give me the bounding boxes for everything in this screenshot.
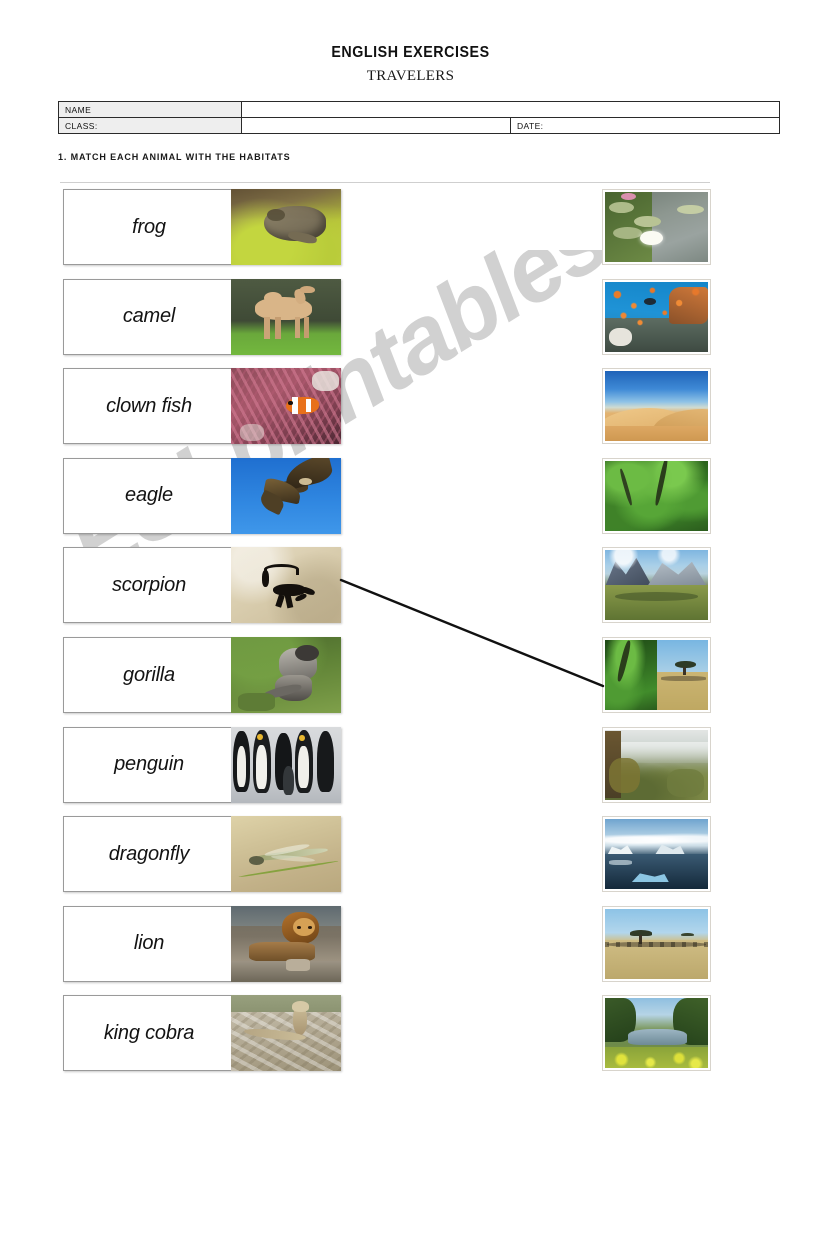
- connector-line-scorpion-to-habitat6: [339, 578, 605, 688]
- habitat-card-10[interactable]: [602, 995, 711, 1072]
- forest-hills-mist-photo: [605, 729, 708, 800]
- jungle-savanna-split-photo: [605, 640, 708, 710]
- camel-on-grass-photo: [231, 278, 341, 355]
- animal-label: king cobra: [103, 1021, 195, 1044]
- name-label: NAME: [58, 101, 242, 118]
- class-label: CLASS:: [58, 117, 242, 134]
- lion-resting-photo: [231, 905, 341, 982]
- animal-card-king-cobra[interactable]: king cobra: [63, 995, 341, 1072]
- river-wetland-photo: [605, 998, 708, 1069]
- habitat-card-8[interactable]: [602, 816, 711, 893]
- animal-card-scorpion[interactable]: scorpion: [63, 547, 341, 624]
- animal-label: eagle: [125, 484, 173, 507]
- habitat-card-1[interactable]: [602, 189, 711, 265]
- scorpion-on-sand-photo: [231, 547, 341, 624]
- animal-label: frog: [132, 215, 166, 238]
- clown-fish-anemone-photo: [231, 368, 341, 445]
- dragonfly-on-stem-photo: [231, 816, 341, 893]
- animal-label: scorpion: [112, 573, 186, 596]
- habitat-card-5[interactable]: [602, 547, 711, 624]
- animal-label: lion: [133, 932, 165, 955]
- animal-card-dragonfly[interactable]: dragonfly: [63, 816, 341, 893]
- animal-card-eagle[interactable]: eagle: [63, 457, 341, 534]
- king-cobra-photo: [231, 995, 341, 1072]
- animal-label: gorilla: [123, 663, 175, 686]
- animal-label: camel: [122, 305, 176, 328]
- page-subtitle: TRAVELERS: [366, 68, 455, 84]
- mountains-photo: [605, 550, 708, 621]
- date-label: DATE:: [510, 117, 780, 134]
- page-title: ENGLISH EXERCISES: [331, 44, 490, 61]
- habitat-card-2[interactable]: [602, 278, 711, 355]
- habitat-card-9[interactable]: [602, 905, 711, 982]
- eagle-flying-photo: [231, 457, 341, 534]
- habitat-card-4[interactable]: [602, 457, 711, 534]
- animal-card-penguin[interactable]: penguin: [63, 726, 341, 803]
- table-row-class-date: CLASS: DATE:: [58, 117, 780, 134]
- name-field[interactable]: [241, 101, 780, 118]
- frog-on-moss-photo: [231, 189, 341, 265]
- habitat-card-3[interactable]: [602, 368, 711, 445]
- pond-water-lilies-photo: [605, 192, 708, 262]
- animal-label: clown fish: [106, 394, 192, 417]
- student-info-table: NAME CLASS: DATE:: [58, 101, 780, 134]
- gorilla-photo: [231, 637, 341, 713]
- animal-card-clown-fish[interactable]: clown fish: [63, 368, 341, 445]
- animal-card-camel[interactable]: camel: [63, 278, 341, 355]
- animal-card-lion[interactable]: lion: [63, 905, 341, 982]
- habitat-card-7[interactable]: [602, 726, 711, 803]
- page-header: ENGLISH EXERCISES TRAVELERS: [0, 44, 821, 86]
- animal-label: penguin: [114, 753, 184, 776]
- animal-card-gorilla[interactable]: gorilla: [63, 637, 341, 713]
- section-divider: [60, 182, 710, 183]
- savanna-acacia-photo: [605, 908, 708, 979]
- animal-label: dragonfly: [108, 842, 190, 865]
- animal-card-frog[interactable]: frog: [63, 189, 341, 265]
- table-row-name: NAME: [58, 101, 780, 118]
- arctic-icebergs-photo: [605, 819, 708, 890]
- exercise-instruction: 1. MATCH EACH ANIMAL WITH THE HABITATS: [58, 152, 291, 163]
- class-field[interactable]: [241, 117, 511, 134]
- habitat-card-6[interactable]: [602, 637, 711, 713]
- penguins-group-photo: [231, 726, 341, 803]
- coral-reef-photo: [605, 281, 708, 352]
- desert-dunes-photo: [605, 371, 708, 442]
- jungle-photo: [605, 460, 708, 531]
